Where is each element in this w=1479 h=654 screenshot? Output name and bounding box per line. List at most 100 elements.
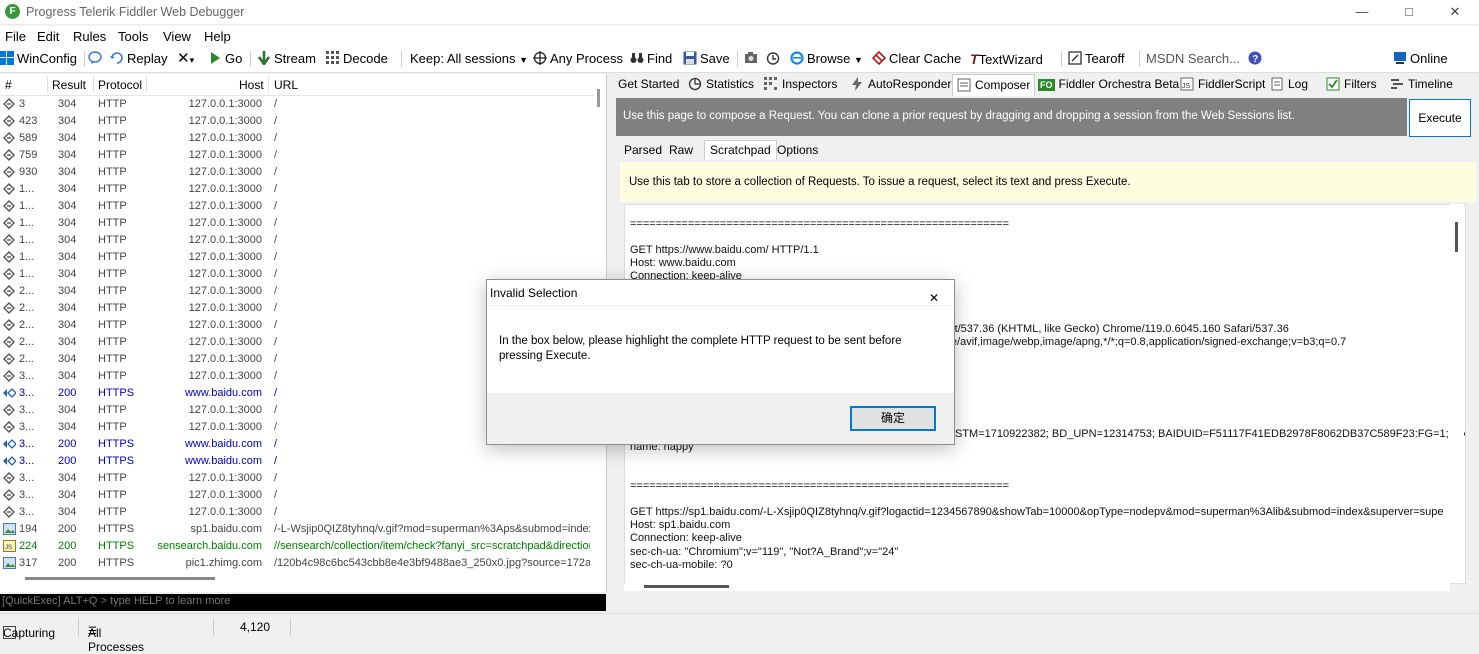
session-host: 127.0.0.1:3000 bbox=[188, 234, 262, 246]
session-host: sp1.baidu.com bbox=[190, 523, 262, 535]
composer-subtabs: Parsed Raw Scratchpad Options bbox=[618, 140, 1468, 160]
column-host[interactable]: Host bbox=[239, 78, 264, 92]
minimize-button[interactable]: — bbox=[1347, 2, 1377, 22]
any-process-button[interactable]: Any Process bbox=[533, 50, 623, 68]
session-protocol: HTTPS bbox=[98, 557, 135, 569]
scroll-thumb[interactable] bbox=[644, 585, 729, 588]
scroll-thumb[interactable] bbox=[1455, 222, 1458, 252]
session-url: /-L-Wsjip0QIZ8tyhnq/v.gif?mod=superman%3… bbox=[274, 523, 590, 535]
table-row[interactable]: 1... 304 HTTP 127.0.0.1:3000 / bbox=[0, 232, 594, 249]
tab-composer[interactable]: Composer bbox=[952, 74, 1036, 96]
menu-edit[interactable]: Edit bbox=[37, 29, 59, 44]
table-row[interactable]: 1... 304 HTTP 127.0.0.1:3000 / bbox=[0, 215, 594, 232]
decode-button[interactable]: Decode bbox=[326, 50, 388, 68]
clear-cache-button[interactable]: Clear Cache bbox=[872, 50, 961, 68]
table-row[interactable]: 930 304 HTTP 127.0.0.1:3000 / bbox=[0, 164, 594, 181]
column-id[interactable]: # bbox=[5, 78, 12, 92]
column-url[interactable]: URL bbox=[274, 78, 298, 92]
menu-view[interactable]: View bbox=[163, 29, 191, 44]
session-id: 3... bbox=[19, 455, 35, 467]
comment-button[interactable] bbox=[88, 50, 105, 68]
menu-help[interactable]: Help bbox=[204, 29, 231, 44]
browse-button[interactable]: Browse ▼ bbox=[790, 50, 863, 68]
stream-button[interactable]: Stream bbox=[257, 50, 316, 68]
remove-button[interactable]: ✕▾ bbox=[177, 50, 194, 68]
ok-button[interactable]: 确定 bbox=[850, 406, 936, 431]
quickexec-bar[interactable]: [QuickExec] ALT+Q > type HELP to learn m… bbox=[0, 594, 606, 611]
comment-icon bbox=[88, 51, 102, 64]
session-result: 304 bbox=[58, 166, 77, 178]
timeline-icon bbox=[1391, 79, 1403, 89]
timer-button[interactable] bbox=[766, 50, 783, 68]
keep-sessions-dropdown[interactable]: Keep: All sessions ▼ bbox=[410, 50, 528, 68]
scratchpad-line: ========================================… bbox=[630, 480, 1010, 492]
subtab-raw[interactable]: Raw bbox=[669, 143, 693, 157]
session-protocol: HTTP bbox=[98, 115, 127, 127]
table-row[interactable]: 3... 304 HTTP 127.0.0.1:3000 / bbox=[0, 487, 594, 504]
tab-fiddlerscript[interactable]: JS FiddlerScript bbox=[1180, 77, 1265, 91]
table-row[interactable]: 759 304 HTTP 127.0.0.1:3000 / bbox=[0, 147, 594, 164]
replay-button[interactable]: Replay bbox=[110, 50, 167, 68]
online-indicator[interactable]: Online bbox=[1393, 50, 1448, 68]
go-button[interactable]: Go bbox=[208, 50, 242, 68]
session-id: 423 bbox=[19, 115, 38, 127]
session-diamond-icon bbox=[3, 353, 15, 365]
tab-get-started[interactable]: Get Started bbox=[618, 77, 679, 91]
tab-filters[interactable]: Filters bbox=[1326, 77, 1377, 91]
scratchpad-line: ========================================… bbox=[630, 218, 1010, 230]
msdn-search-input[interactable]: MSDN Search... bbox=[1146, 50, 1240, 68]
sessions-horizontal-scrollbar[interactable] bbox=[0, 574, 594, 584]
table-row[interactable]: 1... 304 HTTP 127.0.0.1:3000 / bbox=[0, 181, 594, 198]
session-result: 200 bbox=[58, 438, 77, 450]
session-id: 2... bbox=[19, 285, 35, 297]
find-button[interactable]: Find bbox=[630, 50, 672, 68]
session-protocol: HTTP bbox=[98, 98, 127, 110]
subtab-parsed[interactable]: Parsed bbox=[624, 143, 662, 157]
table-row[interactable]: 3... 200 HTTPS www.baidu.com / bbox=[0, 453, 594, 470]
session-protocol: HTTP bbox=[98, 217, 127, 229]
menu-tools[interactable]: Tools bbox=[118, 29, 148, 44]
tearoff-button[interactable]: Tearoff bbox=[1068, 50, 1125, 68]
table-row[interactable]: JS 224 200 HTTPS sensearch.baidu.com //sensea… bbox=[0, 538, 594, 555]
winconfig-button[interactable]: WinConfig bbox=[0, 50, 77, 68]
close-window-button[interactable]: ✕ bbox=[1440, 2, 1470, 22]
menu-file[interactable]: File bbox=[5, 29, 26, 44]
table-row[interactable]: 317 200 HTTPS pic1.zhimg.com/120b4c98c6bc54… bbox=[0, 555, 594, 572]
table-row[interactable]: 3 304 HTTP 127.0.0.1:3000 / bbox=[0, 96, 594, 113]
tab-autoresponder[interactable]: AutoResponder bbox=[850, 77, 951, 91]
column-protocol[interactable]: Protocol bbox=[98, 78, 142, 92]
editor-vertical-scrollbar[interactable] bbox=[1450, 204, 1464, 582]
quickexec-input[interactable]: [QuickExec] ALT+Q > type HELP to learn m… bbox=[2, 595, 230, 607]
execute-button[interactable]: Execute bbox=[1409, 99, 1471, 137]
save-button[interactable]: Save bbox=[683, 50, 730, 68]
subtab-options[interactable]: Options bbox=[777, 143, 818, 157]
svg-text:?: ? bbox=[1252, 54, 1258, 65]
menu-rules[interactable]: Rules bbox=[73, 29, 106, 44]
scroll-thumb[interactable] bbox=[25, 577, 215, 580]
table-row[interactable]: 1... 304 HTTP 127.0.0.1:3000 / bbox=[0, 249, 594, 266]
session-id: 3... bbox=[19, 506, 35, 518]
dialog-close-button[interactable]: ✕ bbox=[926, 282, 948, 305]
subtab-scratchpad[interactable]: Scratchpad bbox=[704, 140, 777, 160]
textwizard-icon: T bbox=[970, 51, 979, 67]
table-row[interactable]: 3... 304 HTTP 127.0.0.1:3000 / bbox=[0, 504, 594, 521]
scroll-thumb[interactable] bbox=[597, 89, 600, 107]
table-row[interactable]: 3... 304 HTTP 127.0.0.1:3000 / bbox=[0, 470, 594, 487]
help-button[interactable]: ? bbox=[1248, 50, 1265, 68]
column-result[interactable]: Result bbox=[52, 78, 86, 92]
textwizard-button[interactable]: TTextWizard bbox=[970, 50, 1043, 68]
tab-timeline[interactable]: Timeline bbox=[1390, 77, 1453, 91]
screenshot-button[interactable] bbox=[744, 50, 761, 68]
tab-statistics[interactable]: Statistics bbox=[688, 77, 754, 91]
table-row[interactable]: 194 200 HTTPS sp1.baidu.com /-L-Wsjip0QIZ8ty… bbox=[0, 521, 594, 538]
table-row[interactable]: 1... 304 HTTP 127.0.0.1:3000 / bbox=[0, 198, 594, 215]
table-row[interactable]: 589 304 HTTP 127.0.0.1:3000 / bbox=[0, 130, 594, 147]
maximize-button[interactable]: □ bbox=[1394, 2, 1424, 22]
tab-inspectors[interactable]: Inspectors bbox=[764, 77, 837, 91]
tab-log[interactable]: Log bbox=[1270, 77, 1308, 91]
editor-horizontal-scrollbar[interactable] bbox=[624, 583, 1450, 591]
session-result: 304 bbox=[58, 302, 77, 314]
table-row[interactable]: 423 304 HTTP 127.0.0.1:3000 / bbox=[0, 113, 594, 130]
chevron-down-icon: ▼ bbox=[853, 55, 863, 65]
tab-fiddler-orchestra[interactable]: FO Fiddler Orchestra Beta bbox=[1038, 77, 1179, 91]
